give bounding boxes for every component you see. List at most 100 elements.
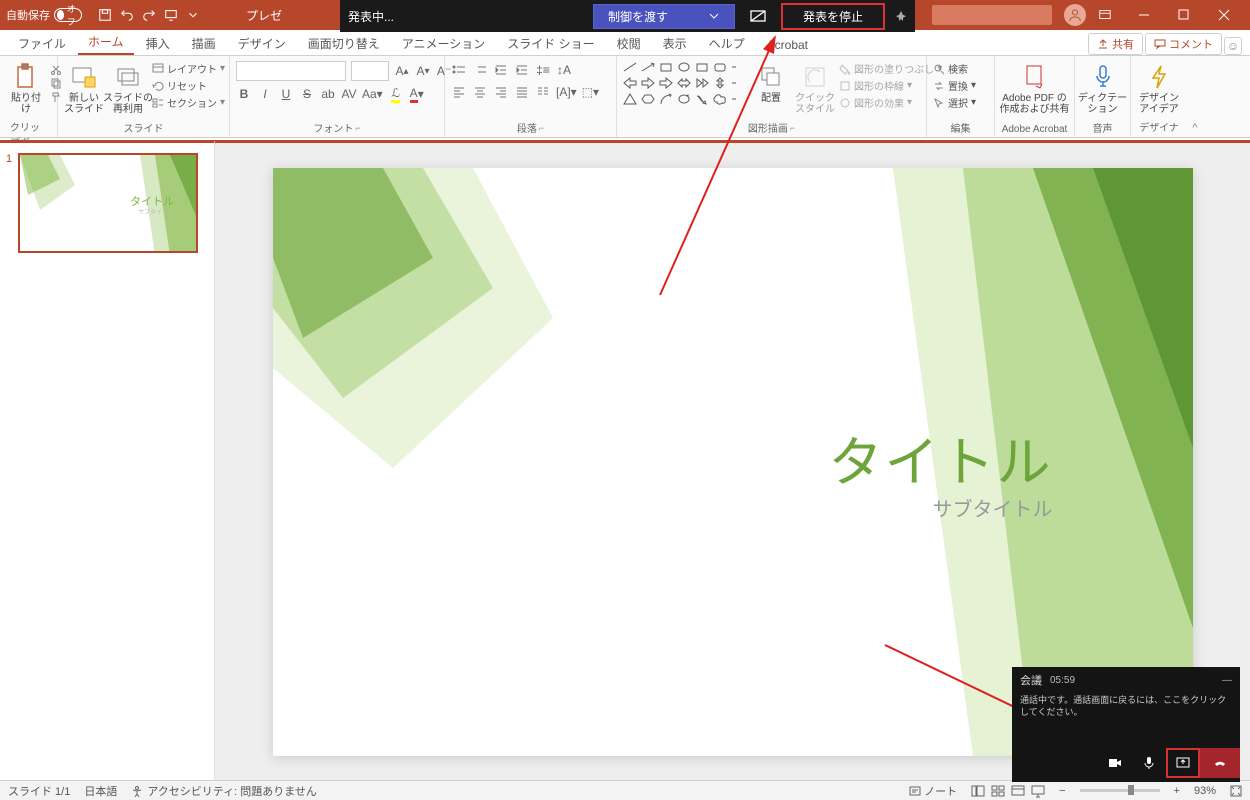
smartart-button[interactable]: ⬚▾: [582, 83, 599, 101]
zoom-level[interactable]: 93%: [1194, 785, 1216, 797]
sorter-view-icon[interactable]: [991, 784, 1005, 798]
align-right-button[interactable]: [493, 83, 509, 101]
launcher-icon[interactable]: ⌐: [790, 123, 795, 133]
tab-design[interactable]: デザイン: [228, 31, 296, 55]
undo-icon[interactable]: [120, 8, 134, 22]
columns-button[interactable]: [535, 83, 551, 101]
arrange-button[interactable]: 配置: [751, 61, 791, 106]
indent-inc-button[interactable]: [514, 61, 530, 79]
tab-help[interactable]: ヘルプ: [699, 31, 755, 55]
fit-to-window-icon[interactable]: [1230, 785, 1242, 797]
slideshow-start-icon[interactable]: [164, 8, 178, 22]
share-button[interactable]: 共有: [1088, 33, 1143, 55]
highlight-button[interactable]: ℒ: [388, 85, 404, 103]
slide-subtitle[interactable]: サブタイトル: [933, 493, 1053, 522]
search-box[interactable]: [932, 5, 1052, 25]
align-left-button[interactable]: [451, 83, 467, 101]
stop-presenting-button[interactable]: 発表を停止: [781, 3, 885, 30]
justify-button[interactable]: [514, 83, 530, 101]
launcher-icon[interactable]: ⌐: [355, 123, 360, 133]
collapse-ribbon-icon[interactable]: ^: [1187, 122, 1203, 137]
bold-button[interactable]: B: [236, 85, 252, 103]
align-center-button[interactable]: [472, 83, 488, 101]
decrease-font-icon[interactable]: A▾: [415, 62, 431, 80]
tab-insert[interactable]: 挿入: [136, 31, 180, 55]
slide-count[interactable]: スライド 1/1: [8, 783, 70, 799]
reset-button[interactable]: リセット: [152, 78, 225, 93]
adobe-pdf-button[interactable]: Adobe PDF の 作成および共有: [1001, 61, 1068, 117]
hangup-button[interactable]: [1200, 748, 1240, 778]
pin-icon[interactable]: [895, 10, 907, 22]
notes-button[interactable]: ノート: [909, 783, 957, 799]
reading-view-icon[interactable]: [1011, 784, 1025, 798]
quick-styles-button[interactable]: クイック スタイル: [795, 61, 835, 117]
share-screen-button[interactable]: [1166, 748, 1200, 778]
minimize-button[interactable]: [1124, 0, 1164, 30]
strike-button[interactable]: S: [299, 85, 315, 103]
dictate-button[interactable]: ディクテー ション: [1081, 61, 1124, 117]
bullets-button[interactable]: [451, 61, 467, 79]
tab-transitions[interactable]: 画面切り替え: [298, 31, 390, 55]
text-direction-button[interactable]: ↕A: [556, 61, 572, 79]
save-icon[interactable]: [98, 8, 112, 22]
normal-view-icon[interactable]: [971, 784, 985, 798]
give-control-dropdown[interactable]: 制御を渡す: [593, 4, 735, 29]
camera-button[interactable]: [1098, 748, 1132, 778]
italic-button[interactable]: I: [257, 85, 273, 103]
change-case-button[interactable]: Aa▾: [362, 85, 383, 103]
char-spacing-button[interactable]: AV: [341, 85, 357, 103]
shapes-gallery[interactable]: [623, 61, 747, 107]
shape-fill-button[interactable]: 図形の塗りつぶし▾: [839, 61, 942, 76]
font-color-button[interactable]: A▾: [409, 85, 425, 103]
increase-font-icon[interactable]: A▴: [394, 62, 410, 80]
tab-acrobat[interactable]: Acrobat: [757, 34, 818, 55]
slide-thumbnail-1[interactable]: タイトル サブタイトル: [18, 153, 198, 253]
new-slide-button[interactable]: 新しい スライド: [64, 61, 104, 117]
reuse-slides-button[interactable]: スライドの 再利用: [108, 61, 148, 117]
line-spacing-button[interactable]: ‡≡: [535, 61, 551, 79]
tab-animations[interactable]: アニメーション: [392, 31, 496, 55]
shape-effects-button[interactable]: 図形の効果▾: [839, 95, 942, 110]
maximize-button[interactable]: [1164, 0, 1204, 30]
shape-outline-button[interactable]: 図形の枠線▾: [839, 78, 942, 93]
feedback-icon[interactable]: ☺: [1224, 37, 1242, 55]
font-size-combo[interactable]: [351, 61, 389, 81]
font-family-combo[interactable]: [236, 61, 346, 81]
tab-slideshow[interactable]: スライド ショー: [497, 31, 604, 55]
tab-review[interactable]: 校閲: [607, 31, 651, 55]
numbering-button[interactable]: [472, 61, 488, 79]
teams-mini-minimize-icon[interactable]: —: [1222, 675, 1232, 686]
comments-button[interactable]: コメント: [1145, 33, 1222, 55]
zoom-out-icon[interactable]: −: [1059, 785, 1065, 797]
ribbon-display-icon[interactable]: [1098, 8, 1112, 22]
align-text-button[interactable]: [A]▾: [556, 83, 577, 101]
drawing-group-label: 図形描画: [748, 120, 788, 135]
paste-button[interactable]: 貼り付け: [6, 61, 46, 117]
slide-title[interactable]: タイトル: [829, 418, 1053, 497]
tab-file[interactable]: ファイル: [8, 31, 76, 55]
more-icon[interactable]: [186, 8, 200, 22]
tab-home[interactable]: ホーム: [78, 29, 134, 55]
include-system-audio-icon[interactable]: [745, 5, 771, 27]
zoom-slider[interactable]: [1080, 789, 1160, 792]
redo-icon[interactable]: [142, 8, 156, 22]
language-status[interactable]: 日本語: [84, 783, 117, 799]
slideshow-view-icon[interactable]: [1031, 784, 1045, 798]
tab-draw[interactable]: 描画: [182, 31, 226, 55]
mic-button[interactable]: [1132, 748, 1166, 778]
tab-view[interactable]: 表示: [653, 31, 697, 55]
teams-mini-window[interactable]: 会議 05:59 — 通話中です。通話画面に戻るには、ここをクリックしてください…: [1012, 667, 1240, 782]
close-button[interactable]: [1204, 0, 1244, 30]
autosave-toggle[interactable]: 自動保存 オフ: [6, 7, 82, 23]
accessibility-status[interactable]: アクセシビリティ: 問題ありません: [131, 783, 317, 799]
layout-button[interactable]: レイアウト▾: [152, 61, 225, 76]
launcher-icon[interactable]: ⌐: [539, 123, 544, 133]
underline-button[interactable]: U: [278, 85, 294, 103]
user-avatar[interactable]: [1064, 4, 1086, 26]
zoom-in-icon[interactable]: +: [1174, 785, 1180, 797]
slide-thumbnails-panel[interactable]: 1 タイトル サブタイトル: [0, 140, 215, 780]
design-ideas-button[interactable]: デザイン アイデア: [1137, 61, 1181, 117]
shadow-button[interactable]: ab: [320, 85, 336, 103]
section-button[interactable]: セクション▾: [152, 95, 225, 110]
indent-dec-button[interactable]: [493, 61, 509, 79]
